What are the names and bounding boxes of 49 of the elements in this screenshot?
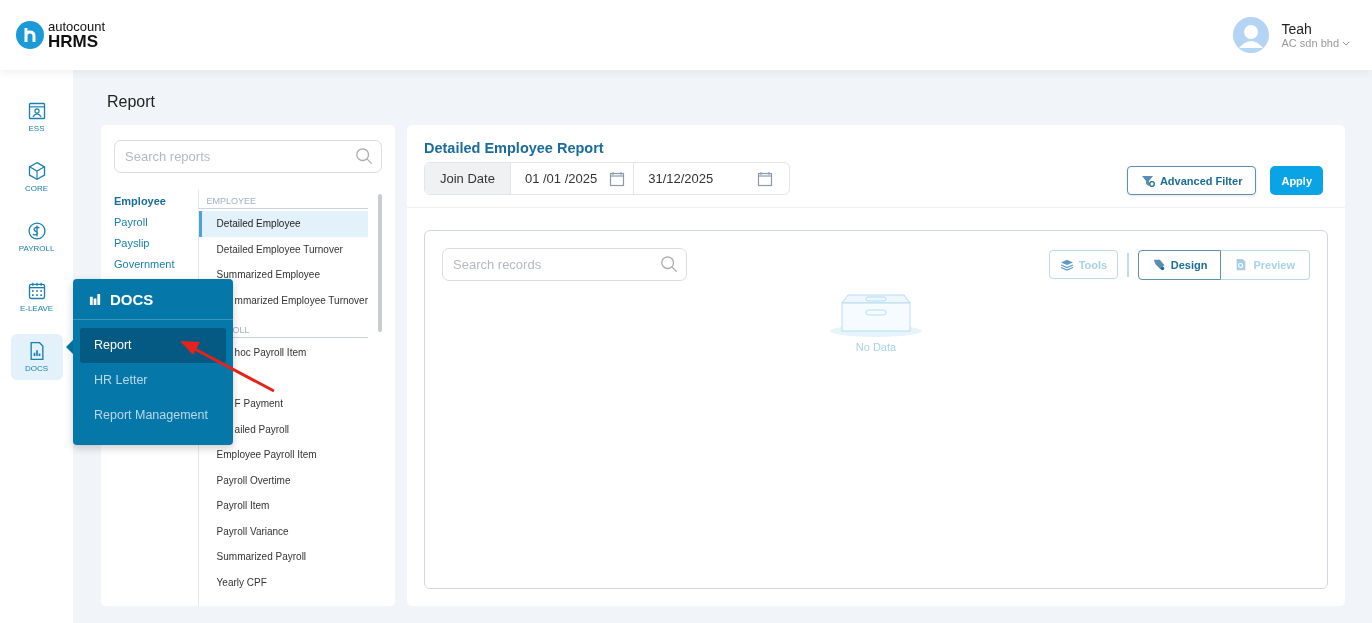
- search-field[interactable]: Search records: [442, 248, 687, 281]
- advanced-filter-button[interactable]: Advanced Filter: [1126, 166, 1257, 195]
- menu-title: DOCS: [110, 290, 154, 308]
- filter-icon: [1140, 174, 1155, 187]
- list-entry[interactable]: Payroll Item: [198, 493, 368, 519]
- cube-icon: [26, 161, 47, 181]
- layers-icon: [1059, 258, 1074, 271]
- id-card-icon: [26, 101, 47, 121]
- list-entry[interactable]: Detailed Employee: [198, 211, 368, 237]
- empty-message: No Data: [855, 341, 897, 353]
- report-title: Detailed Employee Report: [424, 140, 605, 156]
- nav-item[interactable]: DOCS: [10, 334, 63, 380]
- chevron-down-icon: [1342, 40, 1350, 46]
- list-entry[interactable]: Detailed Employee Turnover: [198, 236, 368, 262]
- category-link[interactable]: Government: [114, 258, 198, 270]
- nav-item[interactable]: ESS: [10, 94, 63, 140]
- logo-icon: [16, 21, 44, 49]
- category-link[interactable]: Payroll: [114, 216, 198, 228]
- company-selector[interactable]: AC sdn bhd: [1281, 37, 1339, 49]
- nav-item[interactable]: E-LEAVE: [10, 274, 63, 320]
- search-icon: [355, 147, 373, 165]
- avatar-icon: [1232, 17, 1269, 53]
- list-entry[interactable]: Payroll Overtime: [198, 467, 368, 493]
- section-heading: EMPLOYEE: [198, 190, 368, 209]
- menu-item[interactable]: Report Management: [80, 398, 226, 433]
- list-entry[interactable]: Yearly CPF: [198, 569, 368, 595]
- page-title: Report: [106, 92, 157, 112]
- nav-item[interactable]: PAYROLL: [10, 214, 63, 260]
- brand-name: autocount: [48, 20, 106, 33]
- nav-item[interactable]: CORE: [10, 154, 63, 200]
- document-chart-icon: [89, 292, 102, 306]
- user-name: Teah: [1281, 21, 1313, 37]
- list-entry[interactable]: Summarized Employee: [198, 262, 368, 288]
- dollar-icon: [26, 221, 47, 241]
- menu-item[interactable]: HR Letter: [80, 363, 226, 398]
- mode-tab[interactable]: Design: [1137, 249, 1222, 280]
- list-entry[interactable]: Payroll Variance: [198, 518, 368, 544]
- list-entry[interactable]: Summarized Payroll: [198, 544, 368, 570]
- menu-item[interactable]: Report: [80, 328, 226, 363]
- empty-box-icon: [828, 291, 924, 337]
- search-field[interactable]: Search reports: [114, 140, 382, 173]
- list-entry[interactable]: Employee Payroll Item: [198, 442, 368, 468]
- pen-icon: [1151, 257, 1166, 272]
- scrollbar[interactable]: [378, 194, 382, 332]
- search-icon: [660, 255, 678, 273]
- category-link[interactable]: Payslip: [114, 237, 198, 249]
- category-link[interactable]: Employee: [114, 195, 198, 207]
- calendar-icon: [26, 281, 47, 301]
- brand-product: HRMS: [48, 33, 100, 50]
